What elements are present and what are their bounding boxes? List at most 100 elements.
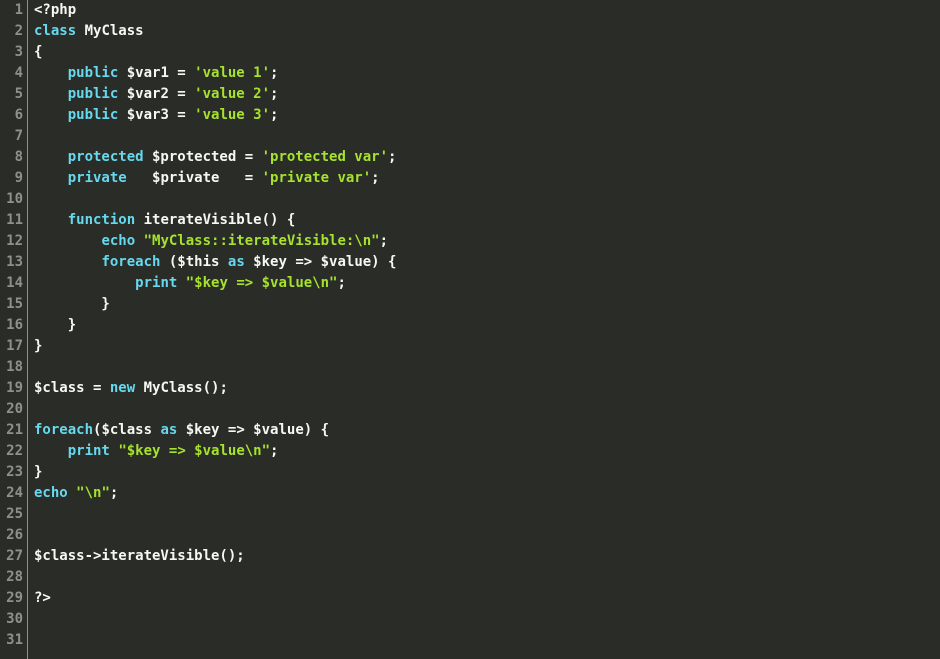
code-line[interactable]: print "$key => $value\n";	[34, 273, 396, 294]
line-number: 15	[0, 294, 23, 315]
code-token: public	[68, 65, 119, 81]
code-token: ;	[388, 149, 396, 165]
code-token: $class =	[34, 380, 110, 396]
code-line[interactable]: foreach($class as $key => $value) {	[34, 420, 396, 441]
code-token: ;	[270, 86, 278, 102]
line-number: 20	[0, 399, 23, 420]
code-token: $protected =	[144, 149, 262, 165]
code-line[interactable]: ?>	[34, 588, 396, 609]
line-number: 22	[0, 441, 23, 462]
code-token	[34, 275, 135, 291]
code-line[interactable]: public $var2 = 'value 2';	[34, 84, 396, 105]
line-number: 23	[0, 462, 23, 483]
code-token: echo	[34, 485, 68, 501]
code-line[interactable]: }	[34, 336, 396, 357]
code-area[interactable]: <?phpclass MyClass{ public $var1 = 'valu…	[28, 0, 396, 659]
code-token	[34, 107, 68, 123]
code-token	[34, 443, 68, 459]
line-number: 4	[0, 63, 23, 84]
code-token: "MyClass::iterateVisible:\n"	[144, 233, 380, 249]
code-token	[34, 233, 101, 249]
code-token	[177, 275, 185, 291]
code-line[interactable]: $class = new MyClass();	[34, 378, 396, 399]
code-token: $var1 =	[118, 65, 194, 81]
code-line[interactable]	[34, 189, 396, 210]
line-number: 5	[0, 84, 23, 105]
code-token: $key => $value) {	[177, 422, 329, 438]
code-line[interactable]: protected $protected = 'protected var';	[34, 147, 396, 168]
line-number: 2	[0, 21, 23, 42]
code-line[interactable]	[34, 399, 396, 420]
line-number: 12	[0, 231, 23, 252]
code-token: function	[68, 212, 135, 228]
code-token: }	[34, 296, 110, 312]
code-line[interactable]	[34, 126, 396, 147]
code-line[interactable]	[34, 609, 396, 630]
code-token: echo	[101, 233, 135, 249]
code-token: <?php	[34, 2, 76, 18]
code-token: foreach	[34, 422, 93, 438]
code-token: print	[68, 443, 110, 459]
code-line[interactable]	[34, 504, 396, 525]
line-number: 6	[0, 105, 23, 126]
code-line[interactable]: {	[34, 42, 396, 63]
code-line[interactable]: echo "\n";	[34, 483, 396, 504]
code-editor[interactable]: 1234567891011121314151617181920212223242…	[0, 0, 940, 659]
code-token: ($this	[160, 254, 227, 270]
code-line[interactable]: public $var3 = 'value 3';	[34, 105, 396, 126]
code-token: protected	[68, 149, 144, 165]
code-token: MyClass	[76, 23, 143, 39]
line-number: 8	[0, 147, 23, 168]
code-token	[68, 485, 76, 501]
line-number: 30	[0, 609, 23, 630]
line-number: 3	[0, 42, 23, 63]
code-token: MyClass();	[135, 380, 228, 396]
code-token: public	[68, 86, 119, 102]
code-token: iterateVisible() {	[135, 212, 295, 228]
code-token: }	[34, 338, 42, 354]
line-number: 9	[0, 168, 23, 189]
code-token: class	[34, 23, 76, 39]
code-line[interactable]: private $private = 'private var';	[34, 168, 396, 189]
code-line[interactable]: public $var1 = 'value 1';	[34, 63, 396, 84]
code-token: ;	[270, 65, 278, 81]
code-token: new	[110, 380, 135, 396]
code-token: private	[68, 170, 127, 186]
code-line[interactable]: foreach ($this as $key => $value) {	[34, 252, 396, 273]
code-line[interactable]: $class->iterateVisible();	[34, 546, 396, 567]
code-token: 'value 2'	[194, 86, 270, 102]
code-token	[34, 86, 68, 102]
code-token	[34, 254, 101, 270]
code-line[interactable]: }	[34, 315, 396, 336]
line-number: 29	[0, 588, 23, 609]
code-line[interactable]	[34, 630, 396, 651]
code-line[interactable]: print "$key => $value\n";	[34, 441, 396, 462]
code-token: 'value 3'	[194, 107, 270, 123]
code-token: ;	[110, 485, 118, 501]
code-line[interactable]: <?php	[34, 0, 396, 21]
code-line[interactable]: function iterateVisible() {	[34, 210, 396, 231]
code-line[interactable]: }	[34, 462, 396, 483]
code-token: ?>	[34, 590, 51, 606]
code-line[interactable]: }	[34, 294, 396, 315]
line-number: 21	[0, 420, 23, 441]
code-token	[135, 233, 143, 249]
code-line[interactable]: echo "MyClass::iterateVisible:\n";	[34, 231, 396, 252]
code-token: }	[34, 317, 76, 333]
line-number: 7	[0, 126, 23, 147]
code-token: $private =	[127, 170, 262, 186]
code-token	[34, 65, 68, 81]
line-number: 19	[0, 378, 23, 399]
line-number: 28	[0, 567, 23, 588]
code-token: as	[228, 254, 245, 270]
code-token: "$key => $value\n"	[118, 443, 270, 459]
line-number: 25	[0, 504, 23, 525]
code-line[interactable]: class MyClass	[34, 21, 396, 42]
line-number: 10	[0, 189, 23, 210]
code-line[interactable]	[34, 567, 396, 588]
code-line[interactable]	[34, 357, 396, 378]
line-number: 16	[0, 315, 23, 336]
code-line[interactable]	[34, 525, 396, 546]
code-token: ;	[371, 170, 379, 186]
code-token: ;	[337, 275, 345, 291]
